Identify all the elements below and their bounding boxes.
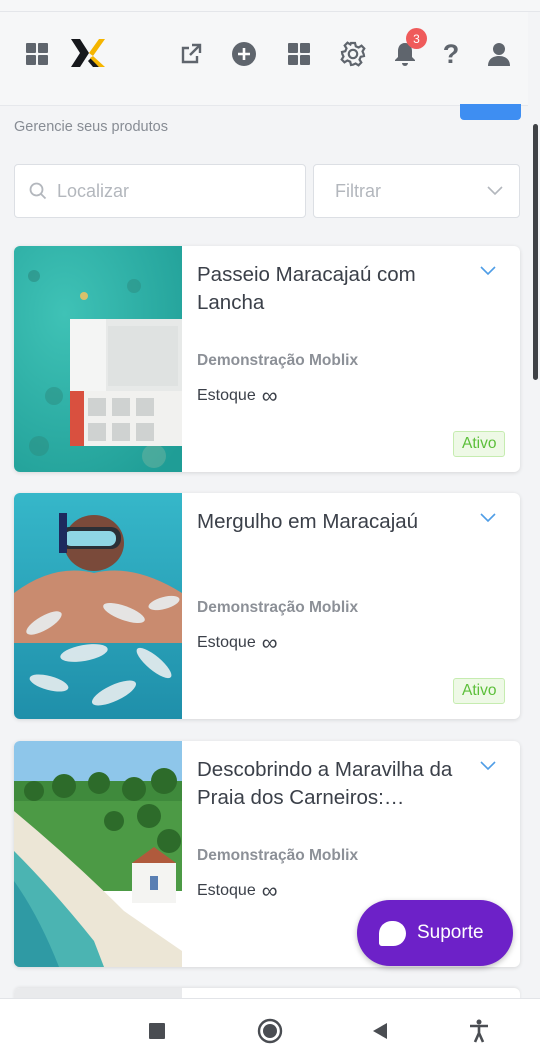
scrollbar[interactable]: [533, 124, 538, 380]
product-brand: Demonstração Moblix: [197, 352, 359, 369]
infinity-icon: ∞: [261, 878, 278, 903]
status-bar: [0, 0, 540, 12]
product-stock: Estoque ∞: [197, 878, 277, 904]
chevron-down-icon[interactable]: [480, 266, 496, 276]
external-link-icon[interactable]: [175, 38, 207, 70]
product-title[interactable]: Passeio Maracajaú com Lancha: [197, 261, 462, 316]
product-title[interactable]: Mergulho em Maracajaú: [197, 508, 462, 536]
product-image-beach: [14, 741, 182, 967]
status-badge: Ativo: [453, 678, 506, 704]
stock-label: Estoque: [197, 634, 256, 651]
filter-select[interactable]: Filtrar: [313, 164, 520, 218]
modules-grid-icon[interactable]: [283, 38, 315, 70]
product-image-boat: [14, 246, 182, 472]
primary-action-button[interactable]: [460, 104, 521, 120]
search-icon: [29, 182, 47, 200]
page-subtitle: Gerencie seus produtos: [14, 119, 168, 135]
settings-gear-icon[interactable]: [337, 38, 369, 70]
chevron-down-icon[interactable]: [480, 761, 496, 771]
infinity-icon: ∞: [261, 383, 278, 408]
product-brand: Demonstração Moblix: [197, 599, 359, 616]
search-box[interactable]: [14, 164, 306, 218]
search-input[interactable]: [57, 180, 277, 202]
product-stock: Estoque ∞: [197, 630, 277, 656]
chevron-down-icon: [487, 186, 503, 196]
product-card[interactable]: Mergulho em Maracajaú Demonstração Mobli…: [14, 493, 520, 719]
home-circle-icon[interactable]: [256, 1017, 284, 1045]
notification-count-badge: 3: [406, 28, 427, 49]
infinity-icon: ∞: [261, 630, 278, 655]
product-stock: Estoque ∞: [197, 383, 277, 409]
stock-label: Estoque: [197, 387, 256, 404]
support-label: Suporte: [417, 922, 484, 943]
accessibility-icon[interactable]: [465, 1017, 493, 1045]
help-icon-glyph: ?: [442, 38, 460, 69]
status-badge: Ativo: [453, 431, 506, 457]
support-chat-button[interactable]: Suporte: [357, 900, 513, 966]
user-icon[interactable]: [483, 38, 515, 70]
moblix-logo[interactable]: [68, 38, 108, 70]
recents-square-icon[interactable]: [143, 1017, 171, 1045]
system-navigation-bar: [0, 998, 540, 1063]
chat-bubble-icon: [379, 920, 406, 946]
app-header: 3 ?: [0, 12, 528, 106]
add-circle-icon[interactable]: [228, 38, 260, 70]
product-brand: Demonstração Moblix: [197, 847, 359, 864]
apps-grid-icon[interactable]: [21, 38, 53, 70]
product-card[interactable]: Passeio Maracajaú com Lancha Demonstraçã…: [14, 246, 520, 472]
product-image-diver: [14, 493, 182, 719]
stock-label: Estoque: [197, 882, 256, 899]
help-icon[interactable]: ?: [435, 38, 467, 70]
back-triangle-icon[interactable]: [366, 1017, 394, 1045]
filter-placeholder: Filtrar: [335, 180, 381, 201]
chevron-down-icon[interactable]: [480, 513, 496, 523]
product-title[interactable]: Descobrindo a Maravilha da Praia dos Car…: [197, 756, 462, 811]
